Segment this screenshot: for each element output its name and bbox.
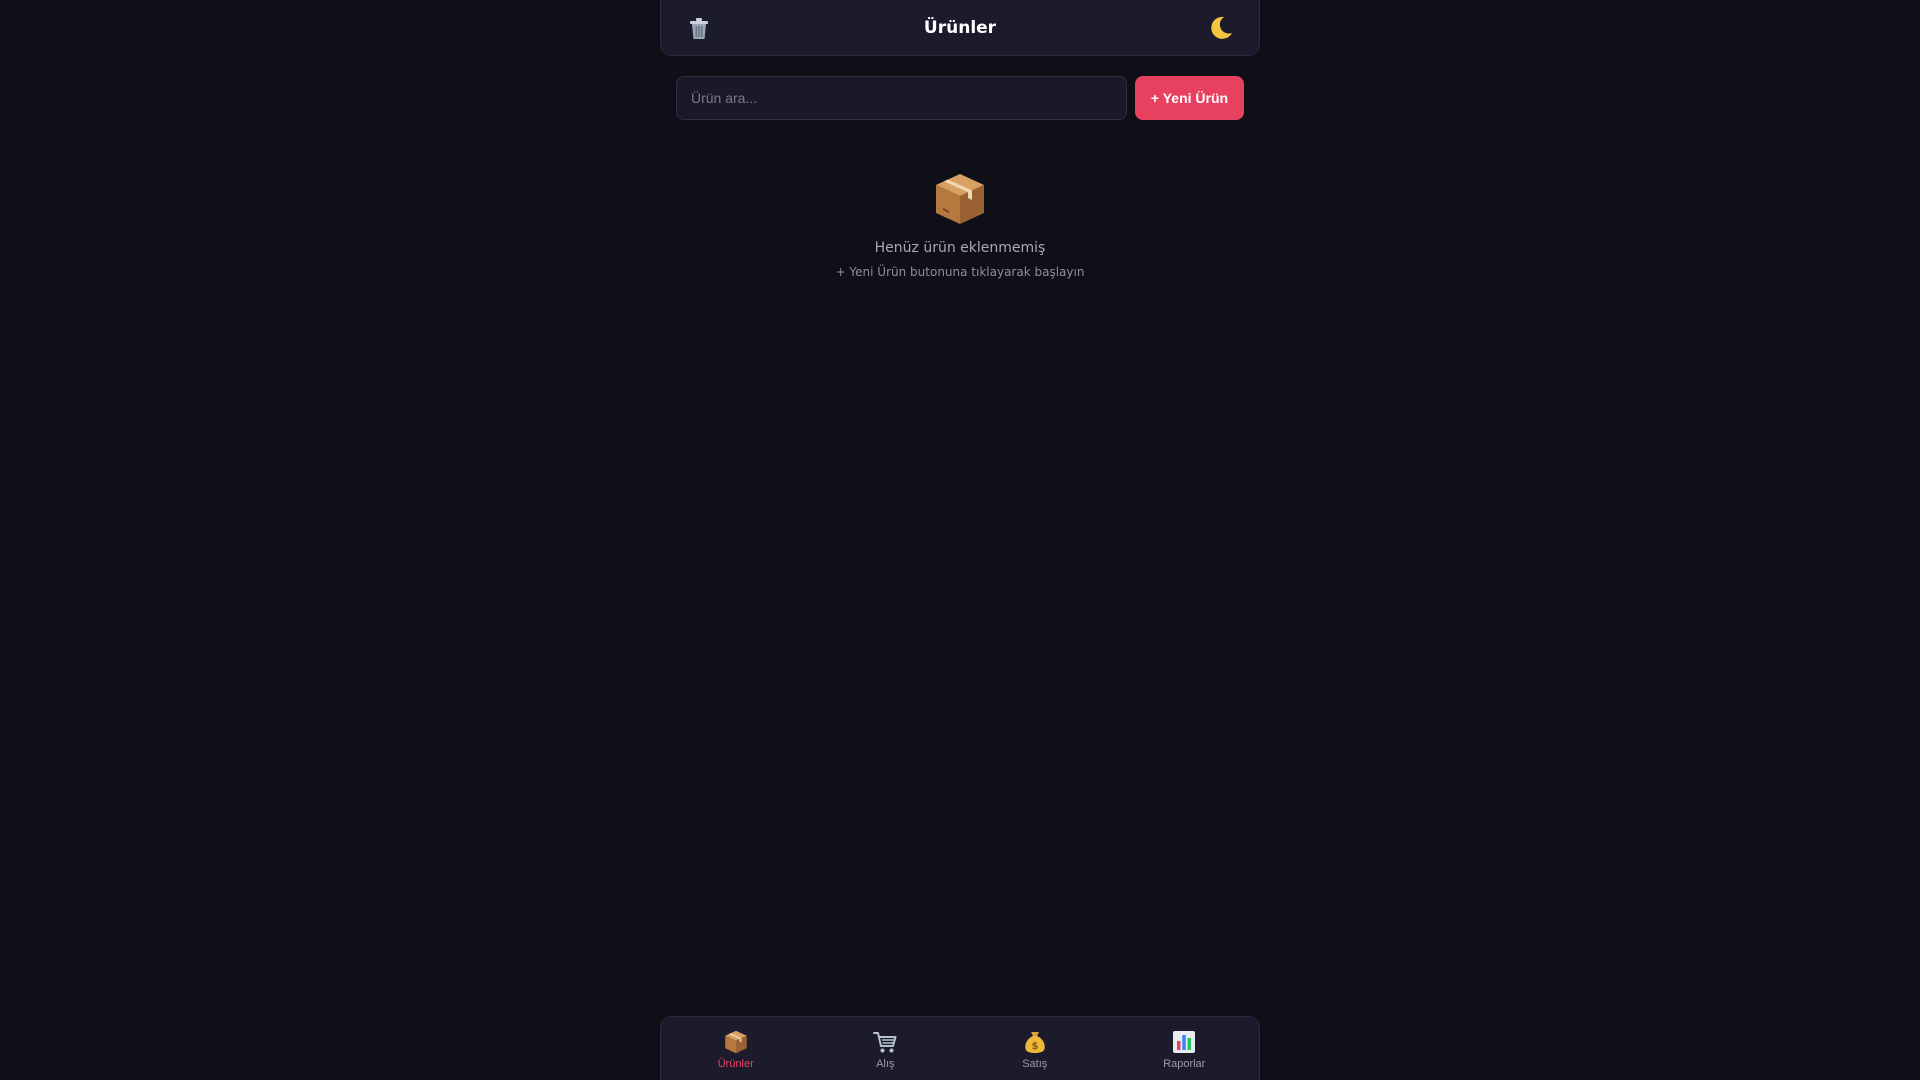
theme-toggle-button[interactable] (1205, 12, 1237, 44)
empty-hint: + Yeni Ürün butonuna tıklayarak başlayın (835, 265, 1085, 279)
money-bag-icon: $ (1025, 1032, 1045, 1053)
bottom-nav: Ürünler Alış $ Satış Raporlar (660, 1016, 1260, 1080)
nav-label-sales: Satış (1022, 1058, 1048, 1070)
empty-state: Henüz ürün eklenmemiş + Yeni Ürün butonu… (660, 170, 1260, 279)
nav-label-reports: Raporlar (1163, 1058, 1206, 1070)
package-icon (724, 1030, 747, 1054)
bar-chart-icon (1173, 1031, 1196, 1053)
nav-label-products: Ürünler (717, 1058, 754, 1070)
nav-label-purchase: Alış (876, 1058, 895, 1070)
trash-button[interactable] (683, 12, 715, 44)
new-product-button[interactable]: + Yeni Ürün (1135, 76, 1244, 120)
app-container: Ürünler + Yeni Ürün Henüz ürün eklenmemi… (660, 0, 1260, 1080)
page-title: Ürünler (923, 17, 997, 38)
svg-text:$: $ (1031, 1041, 1038, 1052)
moon-icon (1211, 16, 1232, 39)
cart-icon (873, 1032, 897, 1053)
search-input[interactable] (676, 76, 1127, 120)
empty-message: Henüz ürün eklenmemiş (874, 240, 1046, 256)
nav-item-reports[interactable]: Raporlar (1110, 1017, 1260, 1080)
nav-item-products[interactable]: Ürünler (661, 1017, 811, 1080)
search-row: + Yeni Ürün (676, 76, 1244, 120)
nav-item-sales[interactable]: $ Satış (960, 1017, 1110, 1080)
trash-icon (690, 18, 708, 39)
package-icon (936, 174, 984, 224)
top-header: Ürünler (660, 0, 1260, 56)
nav-item-purchase[interactable]: Alış (811, 1017, 961, 1080)
